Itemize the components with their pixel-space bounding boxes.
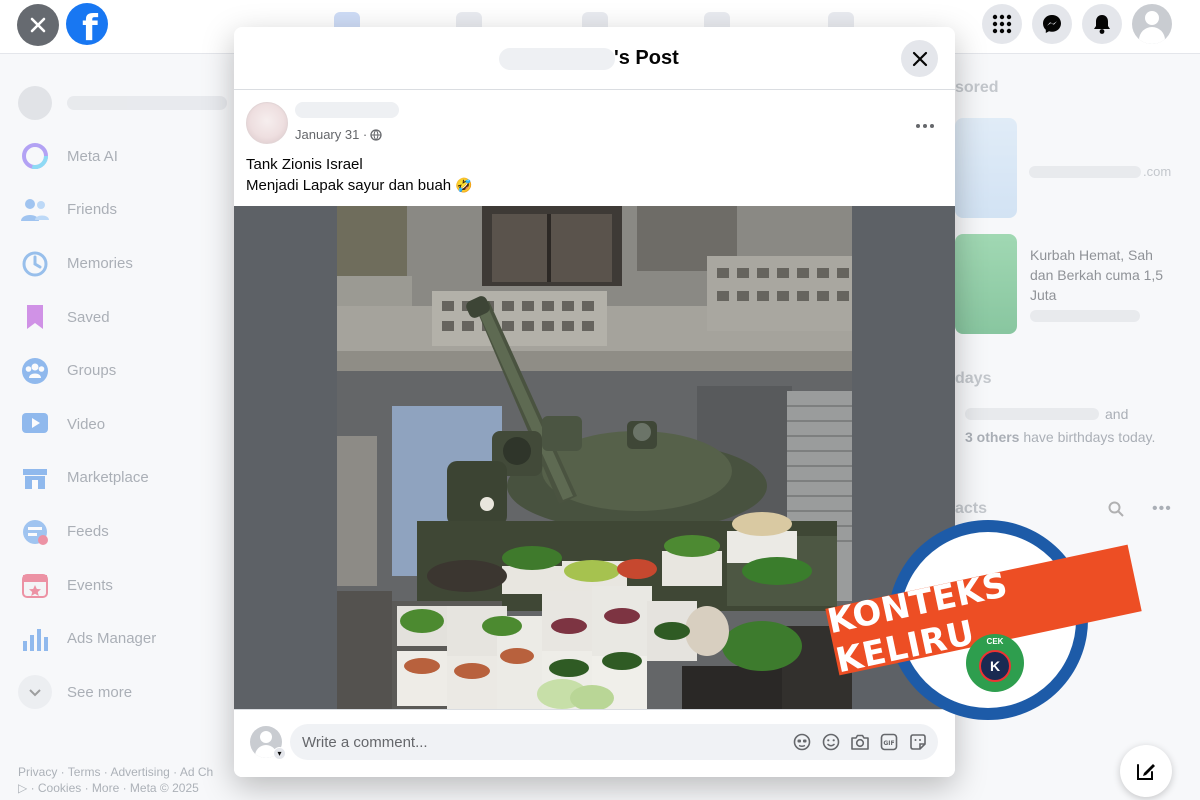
groups-icon bbox=[18, 354, 52, 388]
sidebar-item-meta-ai[interactable]: Meta AI bbox=[18, 130, 238, 184]
gif-icon[interactable]: GIF bbox=[879, 732, 899, 752]
facebook-logo[interactable]: f bbox=[66, 3, 108, 45]
account-avatar-button[interactable] bbox=[1132, 4, 1172, 44]
post-header: January 31 · bbox=[246, 102, 943, 150]
emoji-icon[interactable] bbox=[821, 732, 841, 752]
ad-1-image[interactable] bbox=[955, 118, 1017, 218]
more-options-icon bbox=[916, 124, 934, 128]
sidebar-item-saved[interactable]: Saved bbox=[18, 290, 238, 344]
sidebar-item-feeds[interactable]: Feeds bbox=[18, 505, 238, 559]
close-icon bbox=[30, 17, 46, 33]
footer-links: Privacy · Terms · Advertising · Ad Ch ▷ … bbox=[18, 765, 214, 795]
author-avatar[interactable] bbox=[246, 102, 288, 144]
video-icon bbox=[18, 407, 52, 441]
meta-ai-icon bbox=[18, 139, 52, 173]
top-right-actions bbox=[982, 4, 1172, 44]
modal-title: 's Post bbox=[614, 47, 679, 69]
notifications-button[interactable] bbox=[1082, 4, 1122, 44]
sidebar-item-friends[interactable]: Friends bbox=[18, 183, 238, 237]
sidebar-item-events[interactable]: Events bbox=[18, 558, 238, 612]
avatar-sticker-icon[interactable] bbox=[792, 732, 812, 752]
compose-icon bbox=[1137, 764, 1155, 780]
messenger-icon bbox=[1043, 15, 1061, 33]
modal-close-button[interactable] bbox=[901, 40, 938, 77]
marketplace-icon bbox=[18, 461, 52, 495]
fact-check-badge-icon: K bbox=[979, 650, 1011, 682]
svg-text:GIF: GIF bbox=[883, 740, 894, 747]
chevron-down-icon[interactable]: ▾ bbox=[273, 747, 286, 760]
saved-icon bbox=[18, 300, 52, 334]
chevron-down-icon bbox=[18, 675, 52, 710]
sticker-icon[interactable] bbox=[908, 732, 928, 752]
profile-avatar-icon bbox=[18, 85, 52, 120]
ad-2-image[interactable] bbox=[955, 234, 1017, 334]
post-caption: Tank Zionis Israel Menjadi Lapak sayur d… bbox=[246, 156, 473, 194]
globe-icon bbox=[370, 128, 382, 141]
messenger-button[interactable] bbox=[1032, 4, 1072, 44]
post-timestamp[interactable]: January 31 · bbox=[295, 127, 382, 142]
close-viewer-button[interactable] bbox=[17, 4, 59, 46]
feeds-icon bbox=[18, 515, 52, 549]
camera-icon[interactable] bbox=[850, 732, 870, 752]
author-name-redacted bbox=[499, 48, 615, 70]
bell-icon bbox=[1094, 15, 1110, 34]
new-message-button[interactable] bbox=[1120, 745, 1172, 797]
left-sidebar: Meta AI Friends Memories Saved Groups Vi… bbox=[18, 76, 238, 719]
sidebar-item-marketplace[interactable]: Marketplace bbox=[18, 451, 238, 505]
post-options-button[interactable] bbox=[907, 108, 943, 144]
comment-composer: ▾ GIF bbox=[234, 709, 955, 777]
modal-header: 's Post bbox=[234, 27, 955, 90]
author-name-blurred[interactable] bbox=[295, 102, 399, 118]
search-contacts-icon[interactable] bbox=[1108, 501, 1124, 520]
tank-market-photo bbox=[337, 206, 852, 709]
sidebar-item-groups[interactable]: Groups bbox=[18, 344, 238, 398]
menu-button[interactable] bbox=[982, 4, 1022, 44]
contacts-more-icon[interactable]: ••• bbox=[1152, 500, 1172, 518]
sidebar-item-see-more[interactable]: See more bbox=[18, 666, 238, 720]
post-photo[interactable] bbox=[337, 206, 852, 709]
memories-icon bbox=[18, 247, 52, 281]
friends-icon bbox=[18, 193, 52, 227]
sidebar-item-video[interactable]: Video bbox=[18, 398, 238, 452]
sidebar-item-memories[interactable]: Memories bbox=[18, 237, 238, 291]
ads-manager-icon bbox=[18, 622, 52, 656]
fact-check-logo: CEK K bbox=[966, 634, 1024, 692]
comment-tools: GIF bbox=[792, 732, 928, 752]
close-icon bbox=[912, 51, 927, 66]
grid-menu-icon bbox=[992, 14, 1012, 34]
laughing-emoji-icon: 🤣 bbox=[455, 177, 473, 193]
sidebar-item-ads-manager[interactable]: Ads Manager bbox=[18, 612, 238, 666]
events-icon bbox=[18, 568, 52, 602]
sidebar-item-profile[interactable] bbox=[18, 76, 238, 130]
